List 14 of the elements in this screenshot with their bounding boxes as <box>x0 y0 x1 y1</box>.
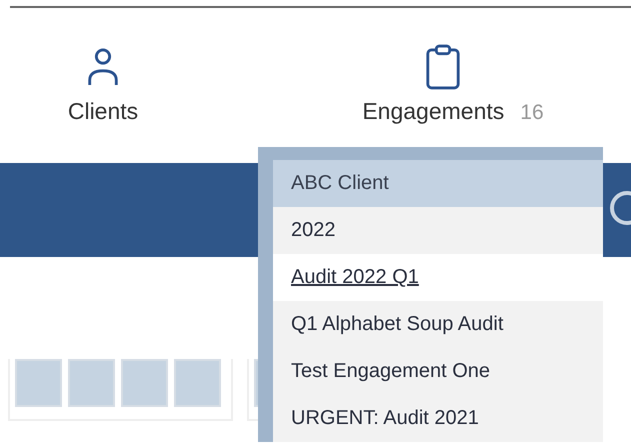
menu-item[interactable]: ABC Client <box>273 160 603 207</box>
menu-item[interactable]: URGENT: Audit 2021 <box>273 395 603 442</box>
tile <box>174 359 221 407</box>
menu-item[interactable]: Q1 Alphabet Soup Audit <box>273 301 603 348</box>
menu-item[interactable]: Test Engagement One <box>273 348 603 395</box>
nav-label[interactable]: Clients <box>68 98 138 125</box>
tile <box>121 359 168 407</box>
nav-label[interactable]: Engagements <box>362 98 504 125</box>
count-label: 16 <box>520 101 544 125</box>
clipboard-icon <box>424 44 462 90</box>
tile <box>15 359 62 407</box>
menu-item[interactable]: 2022 <box>273 207 603 254</box>
menu-item[interactable]: Audit 2022 Q1 <box>273 254 603 301</box>
tile <box>68 359 115 407</box>
